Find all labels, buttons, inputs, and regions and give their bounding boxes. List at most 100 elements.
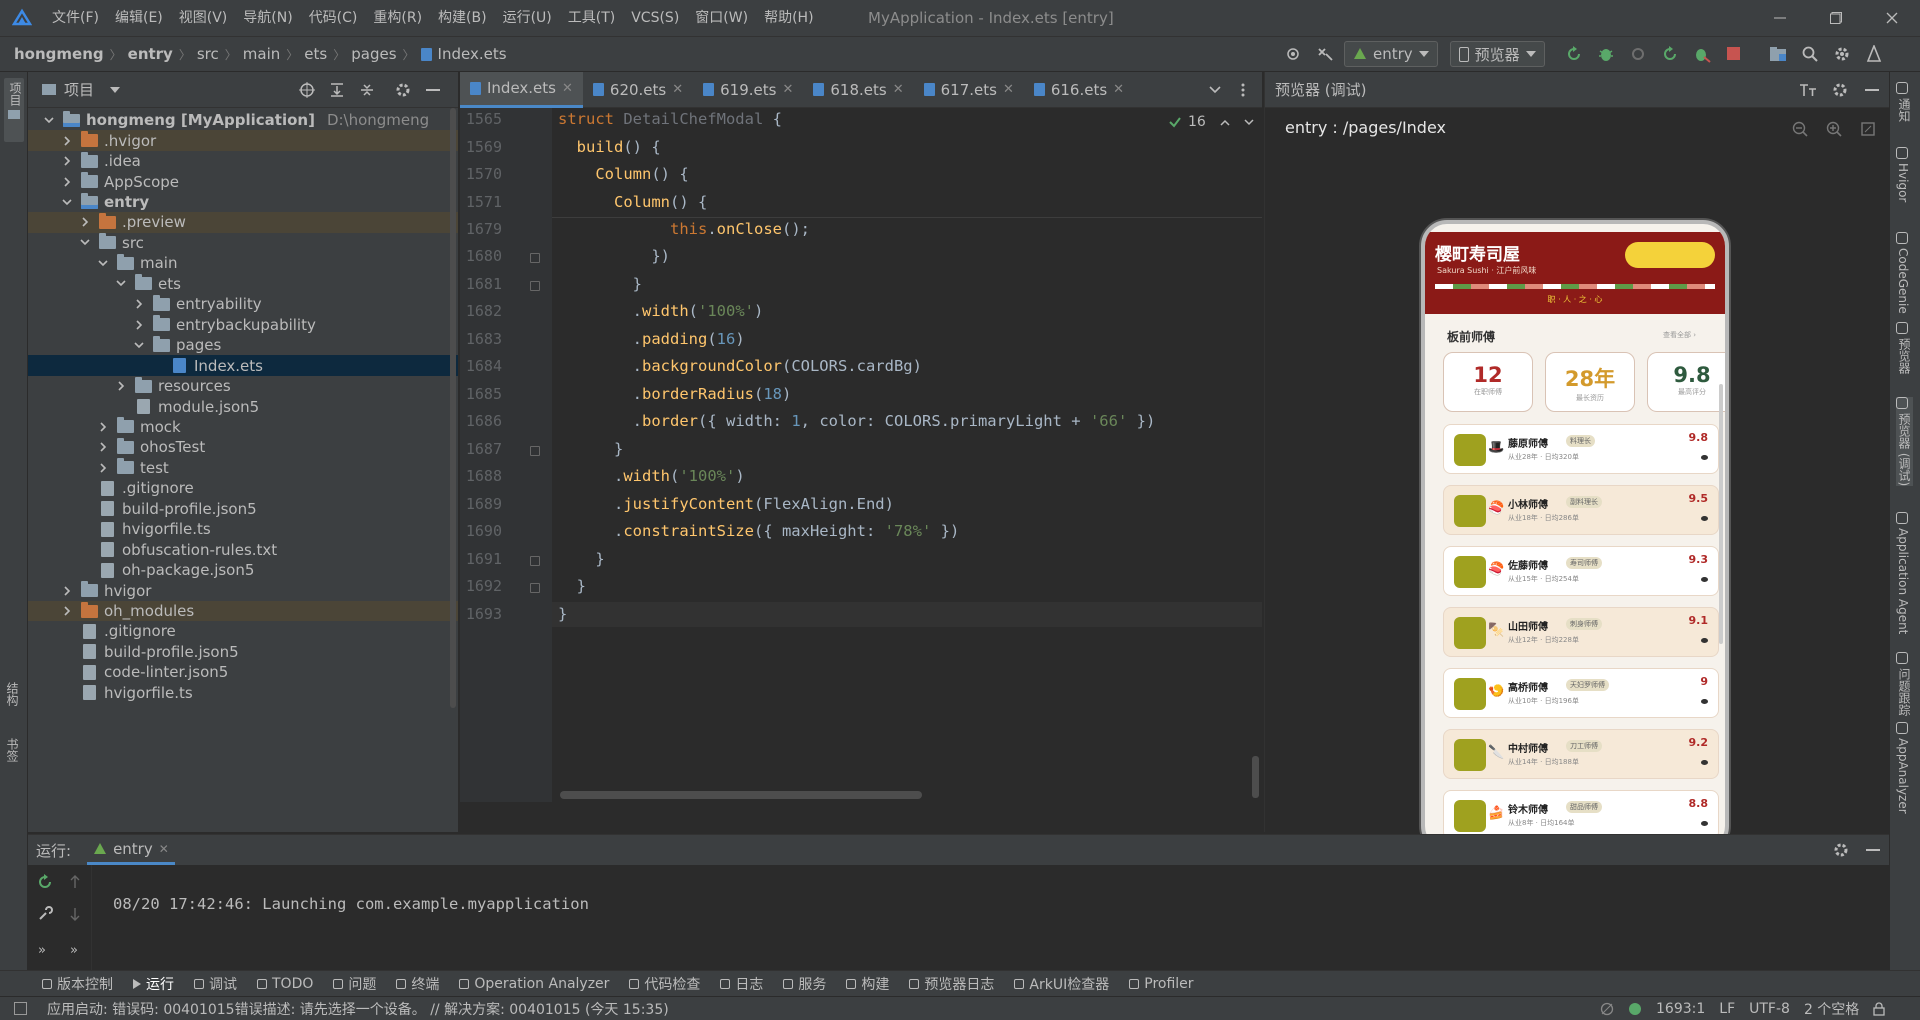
project-structure-icon[interactable] — [1765, 41, 1791, 67]
header-badge[interactable] — [1625, 242, 1715, 268]
close-tab-icon[interactable]: ✕ — [672, 82, 683, 97]
menu-item[interactable]: VCS(S) — [623, 0, 687, 36]
project-tree-item[interactable]: code-linter.json5 — [28, 662, 458, 682]
file-encoding[interactable]: UTF-8 — [1749, 1001, 1790, 1017]
close-tab-icon[interactable]: ✕ — [1113, 82, 1124, 97]
right-tool-tab[interactable]: Application Agent — [1896, 512, 1910, 634]
code-line[interactable]: .width('100%') — [558, 467, 745, 485]
code-line[interactable]: .padding(16) — [558, 330, 745, 348]
breadcrumb-item[interactable]: hongmeng — [14, 45, 104, 63]
hide-panel-icon[interactable] — [420, 77, 446, 103]
run-tab-entry[interactable]: entry ✕ — [87, 835, 175, 865]
project-tree-item[interactable]: Index.ets — [28, 355, 458, 376]
code-line[interactable]: .borderRadius(18) — [558, 385, 792, 403]
line-separator[interactable]: LF — [1719, 1001, 1735, 1017]
project-tree-item[interactable]: build-profile.json5 — [28, 499, 458, 519]
code-line[interactable]: } — [558, 275, 642, 293]
code-line[interactable]: .justifyContent(FlexAlign.End) — [558, 495, 894, 513]
tab-list-chevron-icon[interactable] — [1202, 77, 1228, 103]
project-tree-item[interactable]: AppScope — [28, 171, 458, 191]
right-tool-tab[interactable]: AppAnalyzer — [1896, 722, 1910, 814]
project-tree-item[interactable]: hongmeng [MyApplication] D:\hongmeng — [28, 110, 458, 130]
scroll-down-icon[interactable] — [62, 901, 88, 927]
code-line[interactable]: }) — [558, 247, 670, 265]
project-tree-item[interactable]: resources — [28, 376, 458, 396]
breadcrumb-item[interactable]: src — [197, 45, 219, 63]
code-line[interactable]: } — [558, 605, 567, 623]
close-tab-icon[interactable]: ✕ — [159, 842, 169, 856]
chevron-right-icon[interactable] — [60, 584, 74, 598]
tool-tab-bookmarks[interactable]: 书签 — [4, 738, 21, 762]
project-tree-item[interactable]: main — [28, 253, 458, 273]
editor-tab[interactable]: 620.ets ✕ — [583, 72, 693, 108]
tool-window-tab[interactable]: 问题 — [333, 974, 376, 994]
tool-window-tab[interactable]: Operation Analyzer — [459, 976, 609, 992]
more-options-icon[interactable] — [1230, 77, 1256, 103]
right-tool-tab[interactable]: 问题跟踪 — [1896, 652, 1913, 716]
chevron-down-icon[interactable] — [114, 277, 128, 291]
close-tab-icon[interactable]: ✕ — [782, 82, 793, 97]
stop-icon[interactable] — [1721, 41, 1747, 67]
chevron-right-icon[interactable] — [60, 175, 74, 189]
settings-gear-icon[interactable] — [1829, 41, 1855, 67]
chevron-right-icon[interactable] — [96, 420, 110, 434]
eye-icon[interactable] — [1701, 638, 1708, 643]
code-line[interactable]: } — [558, 550, 604, 568]
eye-icon[interactable] — [1701, 821, 1708, 826]
project-tree-item[interactable]: oh_modules — [28, 600, 458, 622]
right-tool-tab[interactable]: Hvigor — [1896, 147, 1910, 202]
chevron-right-icon[interactable] — [132, 318, 146, 332]
editor-tab[interactable]: Index.ets ✕ — [460, 71, 583, 108]
tool-window-tab[interactable]: 服务 — [783, 974, 826, 994]
no-hint-icon[interactable] — [1600, 1002, 1614, 1016]
hide-run-panel-icon[interactable] — [1860, 837, 1886, 863]
project-tree-item[interactable]: test — [28, 458, 458, 478]
previewer-settings-icon[interactable] — [1827, 77, 1853, 103]
close-tab-icon[interactable]: ✕ — [562, 81, 573, 96]
expand-all-icon[interactable] — [324, 77, 350, 103]
project-tree-item[interactable]: entrybackupability — [28, 315, 458, 335]
chef-card[interactable]: 🍣 佐藤师傅 寿司师傅 从业15年 · 日均254单 9.3 — [1443, 546, 1719, 596]
menu-item[interactable]: 视图(V) — [171, 0, 236, 36]
tool-window-tab[interactable]: 构建 — [846, 974, 889, 994]
chevron-right-icon[interactable] — [114, 379, 128, 393]
project-tree-item[interactable]: mock — [28, 417, 458, 437]
chevron-right-icon[interactable] — [132, 297, 146, 311]
code-line[interactable]: build() { — [558, 138, 661, 156]
chef-card[interactable]: 🔪 中村师傅 刀工师傅 从业14年 · 日均188单 9.2 — [1443, 729, 1719, 779]
project-tree-item[interactable]: entry — [28, 192, 458, 212]
fit-screen-icon[interactable] — [1855, 116, 1881, 142]
close-window-button[interactable] — [1864, 0, 1920, 36]
editor-tab[interactable]: 618.ets ✕ — [803, 72, 913, 108]
project-tree-item[interactable]: oh-package.json5 — [28, 560, 458, 580]
code-line[interactable]: .constraintSize({ maxHeight: '78%' }) — [558, 522, 959, 540]
chevron-right-icon[interactable] — [96, 440, 110, 454]
code-line[interactable]: .backgroundColor(COLORS.cardBg) — [558, 357, 922, 375]
locate-file-icon[interactable] — [294, 77, 320, 103]
tool-window-tab[interactable]: 调试 — [194, 974, 237, 994]
menu-item[interactable]: 运行(U) — [495, 0, 560, 36]
editor-tab[interactable]: 616.ets ✕ — [1024, 72, 1134, 108]
eye-icon[interactable] — [1701, 516, 1708, 521]
tool-window-tab[interactable]: 运行 — [133, 974, 174, 994]
maximize-button[interactable] — [1808, 0, 1864, 36]
apply-changes-icon[interactable] — [1657, 41, 1683, 67]
tool-window-tab[interactable]: 代码检查 — [629, 974, 700, 994]
project-tree-item[interactable]: src — [28, 233, 458, 253]
eye-icon[interactable] — [1701, 455, 1708, 460]
breadcrumb-item[interactable]: ets — [304, 45, 327, 63]
fold-marker-icon[interactable] — [530, 583, 540, 593]
panel-settings-icon[interactable] — [390, 77, 416, 103]
breadcrumb-item[interactable]: entry — [128, 45, 173, 63]
cursor-position[interactable]: 1693:1 — [1656, 1001, 1705, 1017]
attach-debugger-icon[interactable] — [1625, 41, 1651, 67]
breadcrumb-item[interactable]: main — [243, 45, 280, 63]
eye-icon[interactable] — [1701, 699, 1708, 704]
tool-window-tab[interactable]: 预览器日志 — [909, 974, 994, 994]
tool-window-tab[interactable]: TODO — [257, 976, 313, 992]
project-tree-item[interactable]: pages — [28, 335, 458, 355]
tool-tab-project[interactable]: 项目 — [4, 78, 24, 142]
close-tab-icon[interactable]: ✕ — [1003, 82, 1014, 97]
rerun-icon[interactable] — [32, 869, 58, 895]
zoom-in-icon[interactable] — [1821, 116, 1847, 142]
